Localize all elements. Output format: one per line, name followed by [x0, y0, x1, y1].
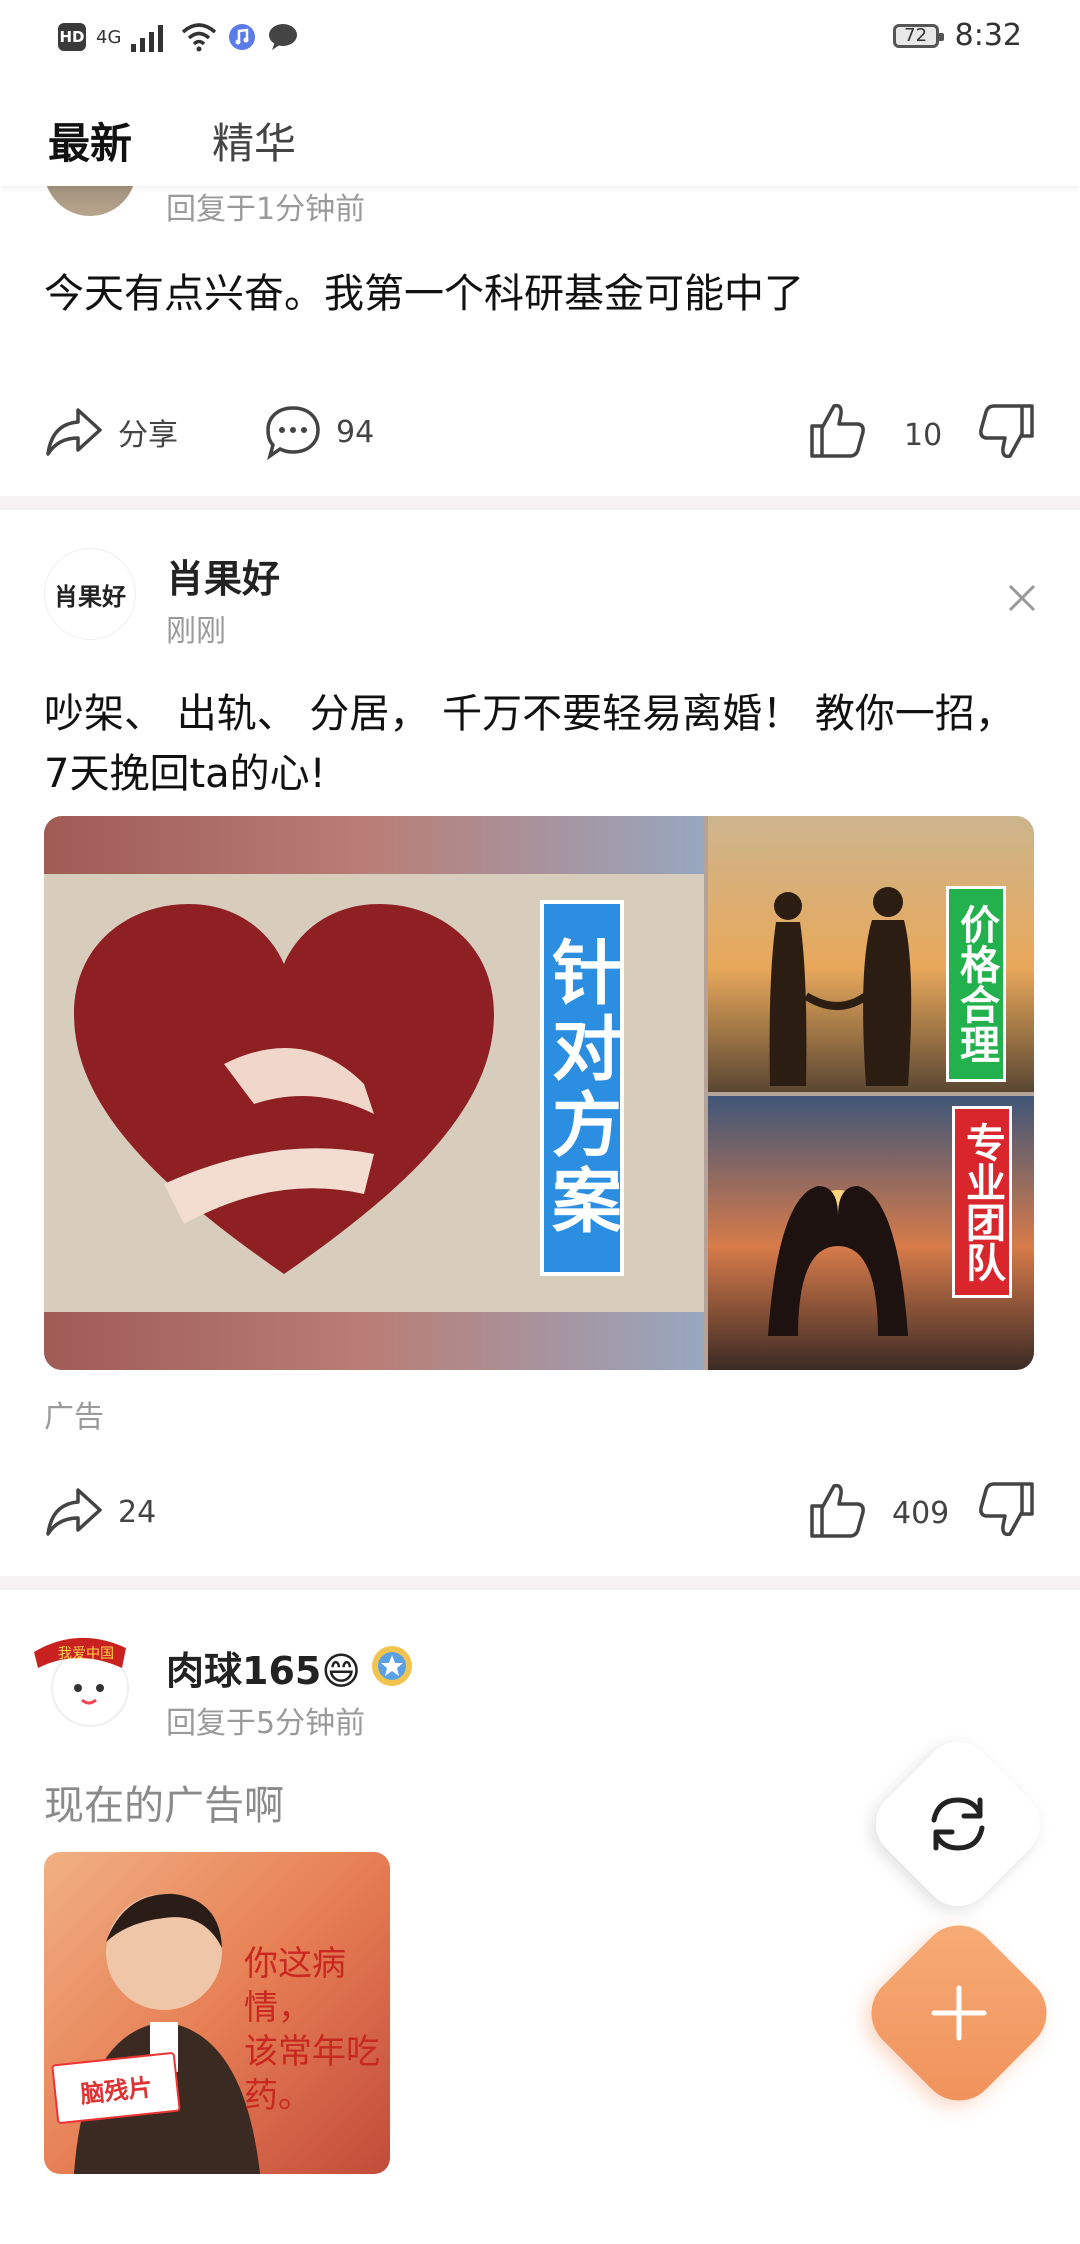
message-icon [269, 24, 298, 50]
music-app-icon [229, 24, 256, 50]
post-content[interactable]: 今天有点兴奋。我第一个科研基金可能中了 [44, 264, 1034, 324]
avatar[interactable]: 肖果好 [44, 548, 136, 640]
post-divider [0, 1576, 1080, 1590]
hd-icon: HD [58, 23, 86, 51]
heart-illustration [74, 904, 494, 1274]
comment-button[interactable]: 94 [264, 404, 374, 460]
username[interactable]: 肉球165😄 [166, 1640, 361, 1695]
post-photo[interactable]: 你这病情， 该常年吃药。 脑残片 [44, 1852, 390, 2174]
share-button[interactable]: 分享 [44, 404, 178, 460]
man-portrait-illustration [74, 1893, 260, 2174]
username[interactable]: 肖果好 [166, 548, 280, 603]
comment-count: 94 [336, 414, 375, 450]
ad-label: 广告 [44, 1400, 104, 1435]
post-divider [0, 496, 1080, 510]
share-count: 24 [118, 1494, 157, 1530]
ad-photo-couple: 价格合理 [708, 816, 1034, 1092]
close-icon[interactable] [1006, 582, 1038, 614]
heart-hands-illustration [768, 1186, 908, 1336]
share-icon [46, 408, 102, 456]
ad-photo-background: 针对方案 [44, 874, 704, 1312]
wifi-icon [182, 23, 217, 52]
feed-tabs: 最新 精华 [0, 80, 1080, 186]
share-icon [46, 1488, 102, 1536]
like-count: 409 [892, 1496, 950, 1531]
ad-image[interactable]: 针对方案 价格合理 专业团队 [44, 816, 1034, 1370]
ad-photo-heart-hands: 专业团队 [708, 1096, 1034, 1370]
tab-latest[interactable]: 最新 [48, 110, 132, 171]
badge-icon [372, 1646, 412, 1686]
like-icon[interactable] [806, 400, 868, 460]
like-count: 10 [904, 418, 943, 453]
photo-caption-text: 你这病情， 该常年吃药。 [244, 1942, 390, 2118]
photo-caption-line-1: 你这病情， [244, 1944, 346, 2028]
ad-image-main: 针对方案 [44, 816, 704, 1370]
ad-tag-price: 价格合理 [946, 886, 1006, 1082]
comment-icon [266, 406, 320, 460]
post-timestamp: 回复于5分钟前 [166, 1706, 366, 1741]
avatar-illustration: 我爱中国 [34, 1637, 129, 1727]
signal-icon [131, 25, 164, 52]
like-icon[interactable] [806, 1480, 868, 1540]
post-timestamp: 刚刚 [166, 614, 226, 649]
status-bar: HD 4G 72 8:32 [0, 0, 1080, 80]
clock: 8:32 [954, 18, 1022, 53]
network-label: 4G [96, 26, 122, 48]
avatar-hat-text: 我爱中国 [58, 1646, 114, 1662]
dislike-icon[interactable] [976, 402, 1038, 462]
dislike-icon[interactable] [976, 1480, 1038, 1540]
avatar[interactable]: 我爱中国 [28, 1628, 136, 1728]
refresh-icon[interactable] [924, 1790, 992, 1858]
status-icons-left: HD 4G [58, 22, 299, 52]
medicine-box-label: 脑残片 [78, 2072, 154, 2109]
plus-icon[interactable] [926, 1980, 992, 2046]
post-timestamp: 回复于1分钟前 [166, 192, 366, 227]
couple-silhouette [769, 887, 912, 1086]
tab-featured[interactable]: 精华 [212, 110, 296, 171]
post-content[interactable]: 吵架、 出轨、 分居， 千万不要轻易离婚！ 教你一招， 7天挽回ta的心! [44, 684, 1034, 804]
status-icons-right: 72 8:32 [892, 18, 1022, 53]
battery-icon: 72 [892, 23, 944, 48]
photo-caption-line-2: 该常年吃药。 [244, 2032, 380, 2116]
share-label: 分享 [118, 418, 178, 453]
ad-tag-team: 专业团队 [952, 1106, 1012, 1298]
post-content[interactable]: 现在的广告啊 [44, 1776, 284, 1836]
avatar-text: 肖果好 [54, 582, 126, 611]
share-button[interactable]: 24 [44, 1484, 156, 1540]
ad-headline-label: 针对方案 [540, 900, 624, 1276]
